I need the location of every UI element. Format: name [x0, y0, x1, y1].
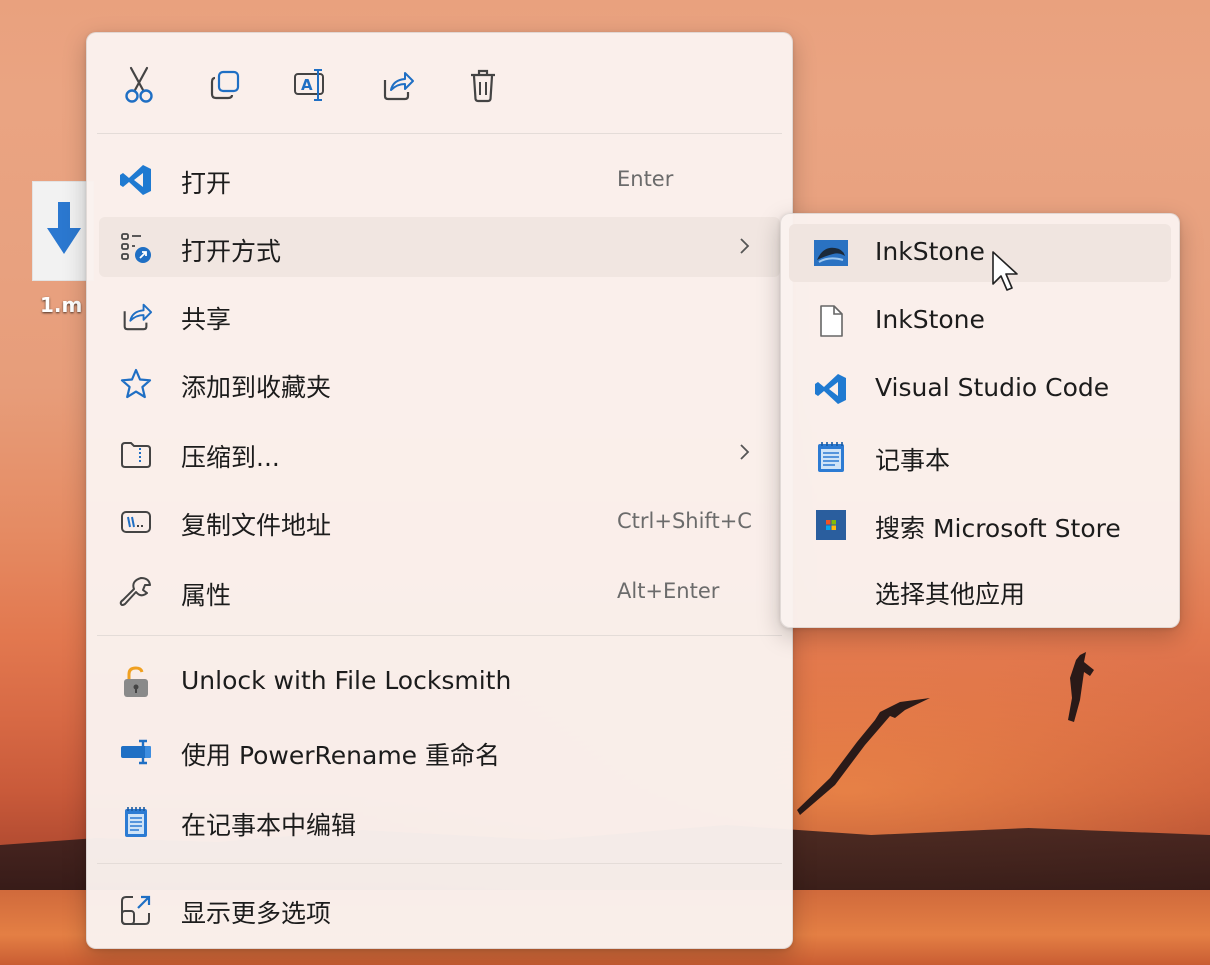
rename-button[interactable]: A [289, 63, 333, 107]
menu-item-open-with[interactable]: 打开方式 [99, 217, 780, 277]
menu-item-label: 添加到收藏夹 [181, 373, 332, 402]
menu-item-show-more[interactable]: 显示更多选项 [99, 879, 780, 939]
powerrename-icon [119, 735, 153, 769]
share-icon [383, 72, 414, 101]
cut-icon [125, 66, 153, 103]
share-icon [119, 299, 153, 333]
menu-item-label: Unlock with File Locksmith [181, 666, 512, 695]
vscode-icon [811, 373, 851, 405]
zip-folder-icon [119, 437, 153, 471]
menu-item-label: 复制文件地址 [181, 511, 332, 540]
submenu-item-label: 记事本 [875, 446, 951, 475]
submenu-item-label: InkStone [875, 305, 985, 334]
menu-item-label: 压缩到... [181, 443, 280, 472]
menu-item-edit-notepad[interactable]: 在记事本中编辑 [99, 791, 780, 851]
cut-button[interactable] [117, 63, 161, 107]
menu-item-file-locksmith[interactable]: Unlock with File Locksmith [99, 651, 780, 711]
star-icon [119, 367, 153, 401]
submenu-item-label: 搜索 Microsoft Store [875, 514, 1121, 543]
menu-item-shortcut: Enter [617, 167, 674, 191]
menu-item-powerrename[interactable]: 使用 PowerRename 重命名 [99, 721, 780, 781]
delete-icon [471, 69, 495, 103]
menu-item-add-favorites[interactable]: 添加到收藏夹 [99, 353, 780, 413]
inkstone-icon [811, 237, 851, 269]
delete-button[interactable] [461, 63, 505, 107]
menu-item-compress[interactable]: 压缩到... [99, 423, 780, 483]
notepad-icon [119, 805, 153, 839]
menu-item-properties[interactable]: 属性 Alt+Enter [99, 561, 780, 621]
bird-silhouette [1068, 652, 1094, 722]
lock-icon [119, 665, 153, 699]
submenu-item-inkstone-app[interactable]: InkStone [789, 224, 1171, 282]
chevron-right-icon [740, 444, 750, 460]
wrench-icon [119, 575, 153, 609]
copy-button[interactable] [203, 63, 247, 107]
menu-divider [97, 863, 782, 864]
submenu-item-inkstone-file[interactable]: InkStone [789, 292, 1171, 350]
file-thumbnail [32, 181, 94, 281]
submenu-item-notepad[interactable]: 记事本 [789, 428, 1171, 486]
desktop-file-label: 1.m [40, 293, 83, 317]
menu-divider [97, 635, 782, 636]
submenu-item-label: InkStone [875, 237, 985, 266]
context-menu: A 打开 Enter 打开方式 共享 添加到收藏夹 压缩到... 复制文件地址 … [86, 32, 793, 949]
menu-item-label: 打开 [181, 169, 232, 198]
context-toolbar: A [87, 33, 792, 133]
menu-item-label: 使用 PowerRename 重命名 [181, 741, 501, 770]
menu-item-label: 在记事本中编辑 [181, 811, 357, 840]
rename-icon: A [294, 69, 324, 101]
submenu-item-choose-other[interactable]: 选择其他应用 [789, 562, 1171, 620]
menu-item-label: 属性 [181, 581, 232, 610]
open-with-icon [119, 231, 153, 265]
svg-text:A: A [301, 76, 313, 94]
mouse-cursor-icon [992, 251, 1018, 291]
share-button[interactable] [375, 63, 419, 107]
menu-item-copy-path[interactable]: 复制文件地址 Ctrl+Shift+C [99, 491, 780, 551]
menu-item-label: 共享 [181, 305, 232, 334]
copy-icon [210, 70, 240, 100]
vscode-icon [119, 163, 153, 197]
menu-item-label: 打开方式 [181, 237, 282, 266]
copy-path-icon [119, 505, 153, 539]
submenu-item-label: 选择其他应用 [875, 580, 1026, 609]
menu-item-label: 显示更多选项 [181, 899, 332, 928]
menu-item-open[interactable]: 打开 Enter [99, 149, 780, 209]
submenu-item-search-store[interactable]: 搜索 Microsoft Store [789, 496, 1171, 554]
bird-silhouette [797, 698, 930, 815]
more-options-icon [119, 893, 153, 927]
menu-item-shortcut: Alt+Enter [617, 579, 720, 603]
submenu-item-label: Visual Studio Code [875, 373, 1110, 402]
submenu-item-vscode[interactable]: Visual Studio Code [789, 360, 1171, 418]
store-icon [811, 509, 851, 541]
notepad-icon [811, 441, 851, 473]
open-with-submenu: InkStone InkStone Visual Studio Code 记事本… [780, 213, 1180, 628]
file-icon [811, 305, 851, 337]
menu-divider [97, 133, 782, 134]
download-arrow-icon [47, 202, 81, 254]
chevron-right-icon [740, 238, 750, 254]
menu-item-shortcut: Ctrl+Shift+C [617, 509, 752, 533]
menu-item-share[interactable]: 共享 [99, 285, 780, 345]
